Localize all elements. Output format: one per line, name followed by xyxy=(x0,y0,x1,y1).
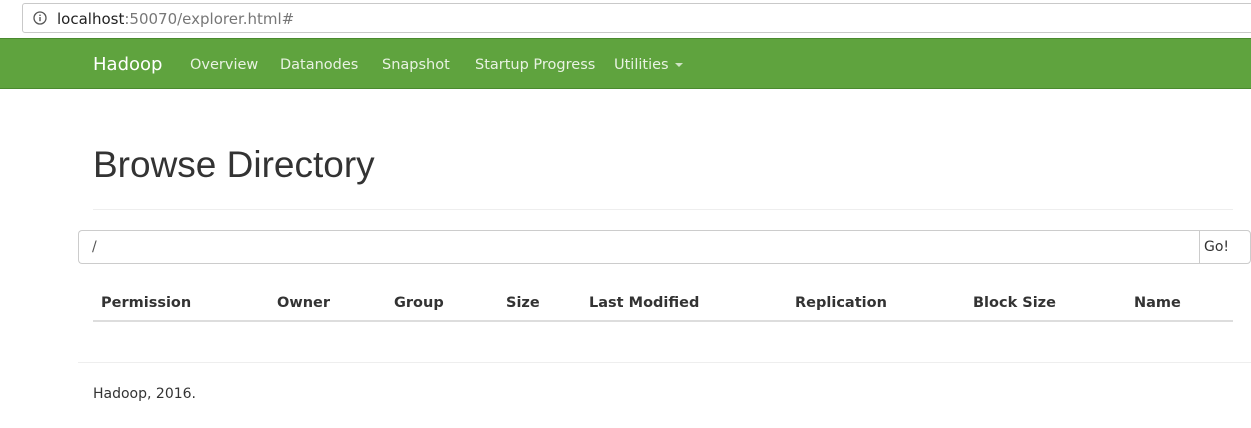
browser-toolbar: localhost:50070/explorer.html# xyxy=(0,0,1251,38)
nav-item-snapshot[interactable]: Snapshot xyxy=(382,56,450,74)
footer-divider xyxy=(78,362,1251,363)
url-host: localhost xyxy=(57,10,125,28)
page-title: Browse Directory xyxy=(93,144,375,185)
caret-down-icon xyxy=(674,63,683,67)
directory-path-input[interactable] xyxy=(78,230,1200,264)
column-header-replication[interactable]: Replication xyxy=(795,294,887,312)
url-path: :50070/explorer.html# xyxy=(124,10,295,28)
address-bar[interactable]: localhost:50070/explorer.html# xyxy=(22,3,1251,33)
column-header-group[interactable]: Group xyxy=(394,294,444,312)
nav-item-startup-progress[interactable]: Startup Progress xyxy=(475,56,595,74)
go-button[interactable]: Go! xyxy=(1199,230,1251,264)
column-header-permission[interactable]: Permission xyxy=(101,294,191,312)
top-navbar: Hadoop Overview Datanodes Snapshot Start… xyxy=(0,38,1251,89)
nav-item-utilities[interactable]: Utilities xyxy=(614,56,683,74)
nav-item-datanodes[interactable]: Datanodes xyxy=(280,56,358,74)
url-text[interactable]: localhost:50070/explorer.html# xyxy=(57,9,294,29)
column-header-size[interactable]: Size xyxy=(506,294,540,312)
table-header-divider xyxy=(93,320,1233,322)
info-icon[interactable] xyxy=(33,11,47,25)
nav-item-utilities-label: Utilities xyxy=(614,57,669,73)
column-header-owner[interactable]: Owner xyxy=(277,294,330,312)
column-header-name[interactable]: Name xyxy=(1134,294,1181,312)
column-header-last-modified[interactable]: Last Modified xyxy=(589,294,699,312)
nav-item-overview[interactable]: Overview xyxy=(190,56,258,74)
column-header-block-size[interactable]: Block Size xyxy=(973,294,1056,312)
brand-link[interactable]: Hadoop xyxy=(93,54,162,76)
footer-copyright: Hadoop, 2016. xyxy=(93,386,196,402)
title-divider xyxy=(93,209,1233,210)
